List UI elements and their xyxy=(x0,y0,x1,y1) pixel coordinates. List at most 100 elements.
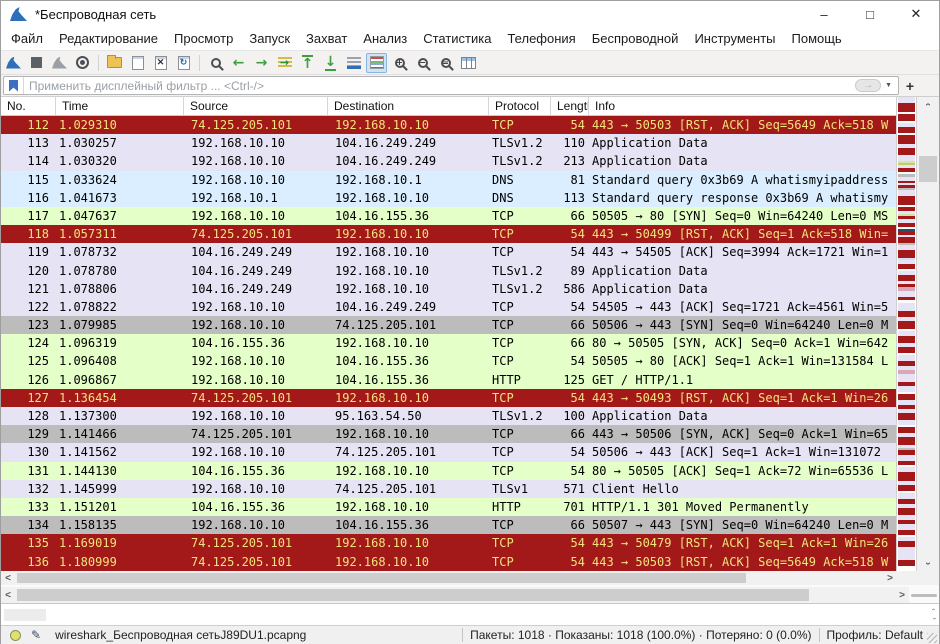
capture-comment-pencil-icon[interactable]: ✎ xyxy=(31,628,41,642)
column-header-length[interactable]: Length xyxy=(551,97,589,115)
packet-row[interactable]: 1311.144130104.16.155.36192.168.10.10TCP… xyxy=(1,462,896,480)
go-back-button[interactable]: ← xyxy=(228,53,249,73)
packet-row[interactable]: 1241.096319104.16.155.36192.168.10.10TCP… xyxy=(1,334,896,352)
packet-row[interactable]: 1161.041673192.168.10.1192.168.10.10DNS1… xyxy=(1,189,896,207)
menu-item-telephony[interactable]: Телефония xyxy=(499,29,583,48)
cell-destination: 192.168.10.10 xyxy=(328,389,489,407)
packet-row[interactable]: 1281.137300192.168.10.1095.163.54.50TLSv… xyxy=(1,407,896,425)
column-header-no[interactable]: No. xyxy=(1,97,56,115)
resize-grip[interactable] xyxy=(927,633,937,643)
column-header-destination[interactable]: Destination xyxy=(328,97,489,115)
scroll-left-arrow[interactable]: < xyxy=(1,571,15,585)
go-first-packet-button[interactable]: ↑ xyxy=(297,53,318,73)
packet-row[interactable]: 1211.078806104.16.249.249192.168.10.10TL… xyxy=(1,280,896,298)
reload-capture-file-button[interactable]: ↻ xyxy=(173,53,194,73)
packet-row[interactable]: 1301.141562192.168.10.1074.125.205.101TC… xyxy=(1,443,896,461)
menu-item-file[interactable]: Файл xyxy=(3,29,51,48)
resize-columns-button[interactable] xyxy=(458,53,479,73)
packet-row[interactable]: 1361.18099974.125.205.101192.168.10.10TC… xyxy=(1,553,896,571)
menu-item-analyze[interactable]: Анализ xyxy=(355,29,415,48)
display-filter-input[interactable]: Применить дисплейный фильтр ... <Ctrl-/>… xyxy=(3,76,899,95)
minimap-stripe xyxy=(898,560,915,566)
cell-time: 1.078732 xyxy=(56,243,184,261)
apply-filter-button[interactable]: → xyxy=(855,79,881,92)
packet-row[interactable]: 1351.16901974.125.205.101192.168.10.10TC… xyxy=(1,534,896,552)
add-filter-button[interactable]: + xyxy=(899,78,921,94)
menu-item-statistics[interactable]: Статистика xyxy=(415,29,499,48)
packet-row[interactable]: 1121.02931074.125.205.101192.168.10.10TC… xyxy=(1,116,896,134)
vertical-scrollbar-track[interactable] xyxy=(917,112,939,556)
vertical-scrollbar[interactable]: › › xyxy=(917,97,939,571)
scroll-down-arrow[interactable]: › xyxy=(921,553,936,575)
packet-row[interactable]: 1331.151201104.16.155.36192.168.10.10HTT… xyxy=(1,498,896,516)
horizontal-scrollbar-thumb[interactable] xyxy=(17,573,746,583)
horizontal-scrollbar-2[interactable]: < > xyxy=(1,587,909,603)
minimize-button[interactable]: – xyxy=(801,1,847,27)
restart-capture-button[interactable] xyxy=(49,53,70,73)
column-header-source[interactable]: Source xyxy=(184,97,328,115)
packet-row[interactable]: 1151.033624192.168.10.10192.168.10.1DNS8… xyxy=(1,171,896,189)
scroll-right-arrow[interactable]: > xyxy=(895,587,909,603)
cell-no: 129 xyxy=(1,425,56,443)
scroll-left-arrow[interactable]: < xyxy=(1,587,15,603)
menu-item-edit[interactable]: Редактирование xyxy=(51,29,166,48)
packet-row[interactable]: 1231.079985192.168.10.1074.125.205.101TC… xyxy=(1,316,896,334)
filter-history-caret-icon[interactable]: ▼ xyxy=(885,82,892,89)
packet-row[interactable]: 1131.030257192.168.10.10104.16.249.249TL… xyxy=(1,134,896,152)
column-header-time[interactable]: Time xyxy=(56,97,184,115)
menu-item-tools[interactable]: Инструменты xyxy=(686,29,783,48)
open-capture-file-button[interactable] xyxy=(104,53,125,73)
zoom-in-button[interactable]: + xyxy=(389,53,410,73)
scroll-right-arrow[interactable]: > xyxy=(883,571,897,585)
go-last-packet-button[interactable]: ↓ xyxy=(320,53,341,73)
pane-splitter[interactable] xyxy=(909,587,939,603)
mini-scroll-up-icon[interactable]: › xyxy=(929,608,938,610)
capture-options-button[interactable] xyxy=(72,53,93,73)
menu-item-view[interactable]: Просмотр xyxy=(166,29,241,48)
zoom-out-button[interactable]: − xyxy=(412,53,433,73)
mini-scroll-down-icon[interactable]: › xyxy=(929,617,938,619)
packet-row[interactable]: 1321.145999192.168.10.1074.125.205.101TL… xyxy=(1,480,896,498)
vertical-scrollbar-thumb[interactable] xyxy=(919,156,937,182)
packet-row[interactable]: 1251.096408192.168.10.10104.16.155.36TCP… xyxy=(1,352,896,370)
horizontal-scrollbar-1[interactable]: < > xyxy=(1,571,897,585)
menu-item-help[interactable]: Помощь xyxy=(784,29,850,48)
expert-info-icon[interactable] xyxy=(10,630,21,641)
close-capture-file-button[interactable]: ✕ xyxy=(150,53,171,73)
start-capture-button[interactable] xyxy=(3,53,24,73)
menu-item-wireless[interactable]: Беспроводной xyxy=(584,29,687,48)
packet-row[interactable]: 1191.078732104.16.249.249192.168.10.10TC… xyxy=(1,243,896,261)
go-to-packet-button[interactable]: → xyxy=(274,53,295,73)
packet-row[interactable]: 1221.078822192.168.10.10104.16.249.249TC… xyxy=(1,298,896,316)
packet-row[interactable]: 1271.13645474.125.205.101192.168.10.10TC… xyxy=(1,389,896,407)
filter-bookmark-button[interactable] xyxy=(4,77,24,94)
menu-item-go[interactable]: Запуск xyxy=(241,29,298,48)
packet-row[interactable]: 1341.158135192.168.10.10104.16.155.36TCP… xyxy=(1,516,896,534)
horizontal-scrollbar-thumb[interactable] xyxy=(17,589,809,601)
column-header-protocol[interactable]: Protocol xyxy=(489,97,551,115)
menu-item-capture[interactable]: Захват xyxy=(298,29,355,48)
packet-row[interactable]: 1141.030320192.168.10.10104.16.249.249TL… xyxy=(1,152,896,170)
close-button[interactable]: ✕ xyxy=(893,1,939,27)
maximize-button[interactable]: □ xyxy=(847,1,893,27)
minimap-stripe xyxy=(898,321,915,329)
colorize-packets-button[interactable] xyxy=(366,53,387,73)
profile-label[interactable]: Профиль: Default xyxy=(827,628,924,642)
column-header-info[interactable]: Info xyxy=(589,97,896,115)
mini-scrollbar[interactable]: › › xyxy=(933,605,935,623)
packet-row[interactable]: 1171.047637192.168.10.10104.16.155.36TCP… xyxy=(1,207,896,225)
zoom-reset-button[interactable]: = xyxy=(435,53,456,73)
packet-row[interactable]: 1261.096867192.168.10.10104.16.155.36HTT… xyxy=(1,371,896,389)
stop-capture-button[interactable] xyxy=(26,53,47,73)
packet-color-minimap[interactable] xyxy=(896,97,917,571)
cell-source: 74.125.205.101 xyxy=(184,534,328,552)
go-forward-button[interactable]: → xyxy=(251,53,272,73)
packet-row[interactable]: 1201.078780104.16.249.249192.168.10.10TL… xyxy=(1,262,896,280)
cell-length: 110 xyxy=(551,134,589,152)
splitter-handle[interactable] xyxy=(911,594,937,597)
save-capture-file-button[interactable] xyxy=(127,53,148,73)
packet-row[interactable]: 1181.05731174.125.205.101192.168.10.10TC… xyxy=(1,225,896,243)
auto-scroll-button[interactable] xyxy=(343,53,364,73)
find-packet-button[interactable] xyxy=(205,53,226,73)
packet-row[interactable]: 1291.14146674.125.205.101192.168.10.10TC… xyxy=(1,425,896,443)
